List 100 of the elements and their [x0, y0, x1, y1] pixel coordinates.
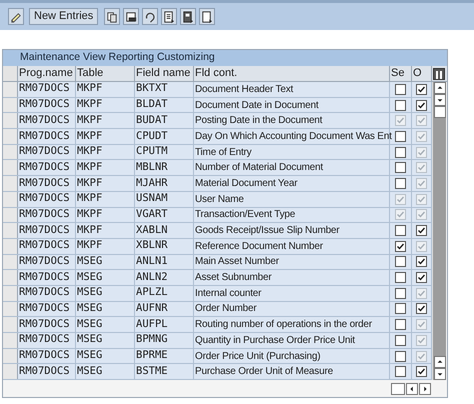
table-cell: MKPF	[76, 113, 135, 128]
checkbox[interactable]	[395, 84, 406, 95]
save-icon[interactable]	[123, 8, 140, 25]
checkbox[interactable]	[416, 225, 427, 236]
checkbox[interactable]	[395, 334, 406, 346]
table-cell: RM07DOCS	[18, 364, 76, 380]
table-cell: XBLNR	[135, 238, 194, 254]
table-cell: Document Header Text	[194, 82, 390, 97]
caret-down-icon	[436, 96, 444, 104]
table-cell: RM07DOCS	[18, 333, 76, 348]
table-cell: Material Document Year	[194, 176, 390, 191]
table-cell: Goods Receipt/Issue Slip Number	[194, 223, 390, 238]
table-cell: Number of Material Document	[194, 160, 390, 176]
checkbox[interactable]	[395, 366, 406, 378]
table-cell: MKPF	[76, 192, 135, 206]
table-cell: Day On Which Accounting Document Was Ent	[194, 129, 390, 144]
document-icon[interactable]	[180, 8, 196, 25]
table-cell: RM07DOCS	[18, 348, 76, 364]
scroll-up-button[interactable]	[434, 82, 446, 94]
table-cell: Purchase Order Unit of Measure	[194, 364, 390, 380]
scrollbar-thumb[interactable]	[434, 106, 446, 118]
table-cell: MSEG	[76, 317, 135, 332]
table-cell: RM07DOCS	[18, 254, 76, 270]
table-cell: USNAM	[135, 192, 194, 206]
checkbox[interactable]	[395, 225, 406, 236]
table-cell: Transaction/Event Type	[194, 208, 390, 222]
table-cell: RM07DOCS	[18, 192, 76, 206]
vertical-scrollbar[interactable]	[432, 82, 446, 380]
table-cell: MJAHR	[135, 176, 194, 191]
caret-down-icon	[436, 370, 444, 378]
checkbox[interactable]	[395, 256, 406, 268]
table-cell: AUFNR	[135, 302, 194, 316]
checkbox[interactable]	[395, 319, 406, 330]
checkbox[interactable]	[416, 84, 427, 95]
scroll-down-button[interactable]	[434, 368, 446, 380]
scroll-down-button[interactable]	[434, 94, 446, 106]
table-cell: MKPF	[76, 238, 135, 254]
table-cell: APLZL	[135, 286, 194, 301]
checkbox[interactable]	[395, 178, 406, 189]
table-cell: RM07DOCS	[18, 176, 76, 191]
table-cell: Reference Document Number	[194, 238, 390, 254]
table-cell: RM07DOCS	[18, 317, 76, 332]
column-header[interactable]: Table	[76, 66, 135, 81]
table-cell: MKPF	[76, 82, 135, 97]
caret-right-icon	[421, 384, 429, 393]
table-cell: RM07DOCS	[18, 270, 76, 285]
table-cell: MBLNR	[135, 160, 194, 176]
checkbox[interactable]	[395, 146, 406, 158]
column-header[interactable]: O	[412, 66, 432, 81]
table-cell: BPRME	[135, 348, 194, 364]
select-all-cell[interactable]	[3, 66, 18, 81]
checkbox[interactable]	[395, 130, 406, 142]
copy-icon[interactable]	[104, 8, 120, 25]
document-icon[interactable]	[161, 8, 178, 25]
checkbox[interactable]	[395, 100, 406, 111]
table-cell: RM07DOCS	[18, 208, 76, 222]
new-entries-button[interactable]: New Entries	[29, 8, 98, 25]
table-settings-icon[interactable]	[433, 68, 445, 80]
checkbox[interactable]	[416, 366, 427, 378]
table-cell: BSTME	[135, 364, 194, 380]
table-cell: ANLN2	[135, 270, 194, 285]
checkbox[interactable]	[416, 272, 427, 284]
table-cell: Internal counter	[194, 286, 390, 301]
table-cell: MKPF	[76, 98, 135, 112]
undo-icon[interactable]	[142, 8, 158, 25]
table-cell: Quantity in Purchase Order Price Unit	[194, 333, 390, 348]
checkbox[interactable]	[416, 256, 427, 268]
table-cell: RM07DOCS	[18, 223, 76, 238]
checkbox[interactable]	[395, 240, 406, 252]
checkbox[interactable]	[395, 303, 406, 314]
scroll-right-button[interactable]	[419, 382, 431, 395]
horizontal-scrollbar[interactable]	[391, 382, 405, 395]
checkbox[interactable]	[395, 162, 406, 174]
table-cell: Routing number of operations in the order	[194, 317, 390, 332]
column-header[interactable]: Fld cont.	[194, 66, 390, 81]
table-title: Maintenance View Reporting Customizing	[3, 50, 447, 66]
checkbox[interactable]	[395, 350, 406, 362]
table-cell: MKPF	[76, 160, 135, 176]
checkbox[interactable]	[416, 100, 427, 111]
table-cell: MSEG	[76, 364, 135, 380]
table-cell: VGART	[135, 208, 194, 222]
column-header[interactable]: Field name	[135, 66, 194, 81]
checkbox[interactable]	[395, 288, 406, 299]
scroll-left-button[interactable]	[406, 382, 418, 395]
table-cell: MKPF	[76, 129, 135, 144]
checkbox[interactable]	[395, 272, 406, 284]
column-header[interactable]: Se	[390, 66, 412, 81]
table-cell: ANLN1	[135, 254, 194, 270]
table-cell: MSEG	[76, 270, 135, 285]
table-cell: RM07DOCS	[18, 144, 76, 160]
caret-up-icon	[436, 84, 444, 92]
pencil-icon[interactable]	[8, 8, 24, 25]
table-cell: MSEG	[76, 302, 135, 316]
checkbox[interactable]	[416, 303, 427, 314]
column-header[interactable]: Prog.name	[18, 66, 76, 81]
table-cell: MKPF	[76, 223, 135, 238]
document-icon[interactable]	[199, 8, 216, 25]
table-cell: BKTXT	[135, 82, 194, 97]
table-cell: MSEG	[76, 286, 135, 301]
scroll-up-button[interactable]	[434, 356, 446, 368]
